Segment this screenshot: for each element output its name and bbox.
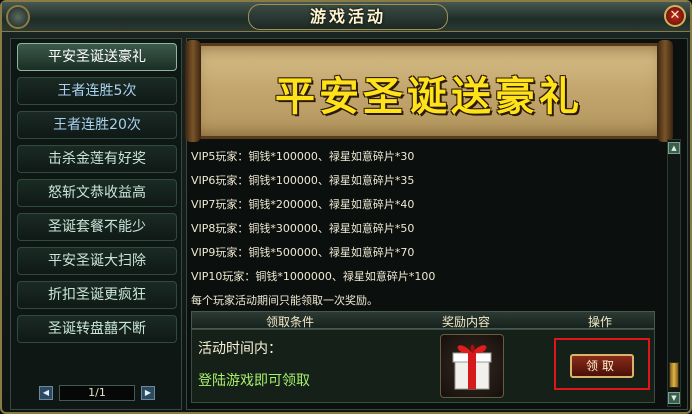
reward-line-vip7: VIP7玩家：铜钱*200000、禄星如意碎片*40 — [191, 198, 415, 211]
reward-note: 每个玩家活动期间只能领取一次奖励。 — [191, 294, 378, 307]
scrollbar[interactable]: ▲ ▼ — [667, 139, 681, 407]
scroll-down-button[interactable]: ▼ — [668, 392, 680, 404]
scroll-thumb[interactable] — [669, 362, 679, 388]
table-row: 活动时间内： 登陆游戏即可领取 领取 — [191, 329, 655, 403]
activity-detail-panel: 平安圣诞送豪礼 VIP5玩家：铜钱*100000、禄星如意碎片*30 VIP6玩… — [185, 38, 688, 410]
sidebar-item-slay-wengong[interactable]: 怒斩文恭收益高 — [17, 179, 177, 207]
header-condition: 领取条件 — [266, 315, 315, 329]
scroll-banner: 平安圣诞送豪礼 — [185, 40, 673, 142]
reward-line-vip9: VIP9玩家：铜钱*500000、禄星如意碎片*70 — [191, 246, 415, 259]
reward-table-header: 领取条件 奖励内容 操作 — [191, 311, 655, 329]
close-button[interactable]: ✕ — [664, 5, 686, 27]
condition-text: 登陆游戏即可领取 — [198, 373, 310, 389]
header-reward: 奖励内容 — [442, 315, 491, 329]
gift-icon — [452, 344, 492, 390]
sidebar-item-christmas-discount[interactable]: 折扣圣诞更疯狂 — [17, 281, 177, 309]
prev-page-button[interactable]: ◀ — [39, 386, 53, 400]
sidebar-item-kill-jinlian[interactable]: 击杀金莲有好奖 — [17, 145, 177, 173]
header-action: 操作 — [588, 315, 613, 329]
sidebar-item-king-streak-20[interactable]: 王者连胜20次 — [17, 111, 177, 139]
gift-box-icon[interactable] — [440, 334, 504, 398]
title-bar[interactable]: 游戏活动 ✕ — [2, 2, 690, 32]
scroll-up-button[interactable]: ▲ — [668, 142, 680, 154]
sidebar-item-christmas-cleanup[interactable]: 平安圣诞大扫除 — [17, 247, 177, 275]
sidebar-item-christmas-gift[interactable]: 平安圣诞送豪礼 — [17, 43, 177, 71]
sidebar-item-christmas-package[interactable]: 圣诞套餐不能少 — [17, 213, 177, 241]
reward-line-vip6: VIP6玩家：铜钱*100000、禄星如意碎片*35 — [191, 174, 415, 187]
activity-list: 平安圣诞送豪礼 王者连胜5次 王者连胜20次 击杀金莲有好奖 怒斩文恭收益高 圣… — [10, 38, 182, 410]
reward-line-vip10: VIP10玩家：铜钱*1000000、禄星如意碎片*100 — [191, 270, 436, 283]
pagination: ◀ 1/1 ▶ — [39, 385, 157, 403]
reward-line-vip5: VIP5玩家：铜钱*100000、禄星如意碎片*30 — [191, 150, 415, 163]
claim-button[interactable]: 领取 — [570, 354, 634, 378]
sidebar-item-christmas-wheel[interactable]: 圣诞转盘囍不断 — [17, 315, 177, 343]
window-title: 游戏活动 — [248, 4, 448, 30]
next-page-button[interactable]: ▶ — [141, 386, 155, 400]
sidebar-item-king-streak-5[interactable]: 王者连胜5次 — [17, 77, 177, 105]
activity-window: 游戏活动 ✕ 平安圣诞送豪礼 王者连胜5次 王者连胜20次 击杀金莲有好奖 怒斩… — [0, 0, 692, 414]
reward-list: VIP5玩家：铜钱*100000、禄星如意碎片*30 VIP6玩家：铜钱*100… — [191, 145, 661, 313]
claim-highlight-frame: 领取 — [554, 338, 650, 390]
page-indicator: 1/1 — [59, 385, 135, 401]
condition-time-label: 活动时间内： — [198, 341, 282, 357]
banner-title: 平安圣诞送豪礼 — [275, 73, 583, 120]
reward-line-vip8: VIP8玩家：铜钱*300000、禄星如意碎片*50 — [191, 222, 415, 235]
ornament-icon — [6, 5, 30, 29]
